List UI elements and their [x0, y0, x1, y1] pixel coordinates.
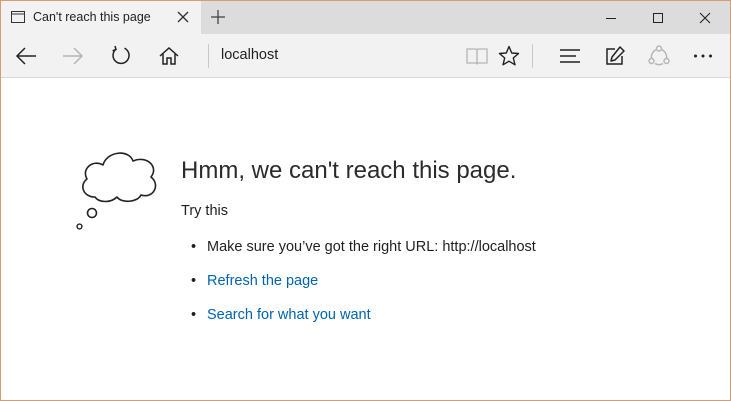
suggestion-list: • Make sure you’ve got the right URL: ht… [191, 239, 536, 341]
web-note-button[interactable] [595, 34, 635, 78]
hub-lines-icon [560, 49, 580, 63]
more-dots-icon [694, 54, 712, 58]
tab-title: Can't reach this page [33, 10, 151, 24]
page-content: Hmm, we can't reach this page. Try this … [1, 79, 730, 400]
thought-bubble-icon [76, 152, 157, 230]
page-icon [11, 11, 25, 23]
maximize-icon [653, 12, 663, 23]
forward-button[interactable] [53, 34, 93, 78]
bullet: • [191, 239, 197, 255]
close-tab-icon[interactable] [176, 10, 190, 24]
check-url-text: Make sure you’ve got the right URL: http… [207, 239, 536, 255]
address-separator [208, 44, 209, 68]
refresh-button[interactable] [101, 34, 141, 78]
close-window-button[interactable] [682, 1, 728, 34]
tab-bar: Can't reach this page [1, 1, 730, 34]
refresh-icon [112, 45, 130, 65]
new-tab-icon[interactable] [209, 8, 227, 26]
suggestion-refresh: • Refresh the page [191, 273, 536, 307]
home-icon [159, 46, 179, 65]
bullet: • [191, 273, 197, 289]
favorite-button[interactable] [489, 34, 529, 78]
more-button[interactable] [683, 34, 723, 78]
maximize-button[interactable] [635, 1, 681, 34]
try-this-label: Try this [181, 203, 228, 219]
page-title: Hmm, we can't reach this page. [181, 157, 517, 184]
navigation-bar [1, 34, 730, 78]
toolbar-separator [532, 44, 533, 68]
back-arrow-icon [15, 47, 36, 65]
address-bar-input[interactable] [221, 47, 451, 63]
suggestion-check-url: • Make sure you’ve got the right URL: ht… [191, 239, 536, 273]
star-icon [498, 45, 520, 66]
minimize-icon [606, 17, 616, 19]
forward-arrow-icon [63, 47, 84, 65]
back-button[interactable] [6, 34, 46, 78]
hub-button[interactable] [550, 34, 590, 78]
book-icon [466, 48, 488, 65]
share-icon [648, 45, 670, 66]
pen-note-icon [606, 46, 625, 65]
bullet: • [191, 307, 197, 323]
close-icon [699, 12, 711, 23]
search-link[interactable]: Search for what you want [207, 307, 371, 323]
active-tab[interactable]: Can't reach this page [1, 1, 201, 34]
refresh-page-link[interactable]: Refresh the page [207, 273, 318, 289]
browser-window: Can't reach this page localhost Hmm, we … [0, 0, 731, 401]
share-button[interactable] [639, 34, 679, 78]
home-button[interactable] [149, 34, 189, 78]
minimize-button[interactable] [588, 1, 634, 34]
suggestion-search: • Search for what you want [191, 307, 536, 341]
